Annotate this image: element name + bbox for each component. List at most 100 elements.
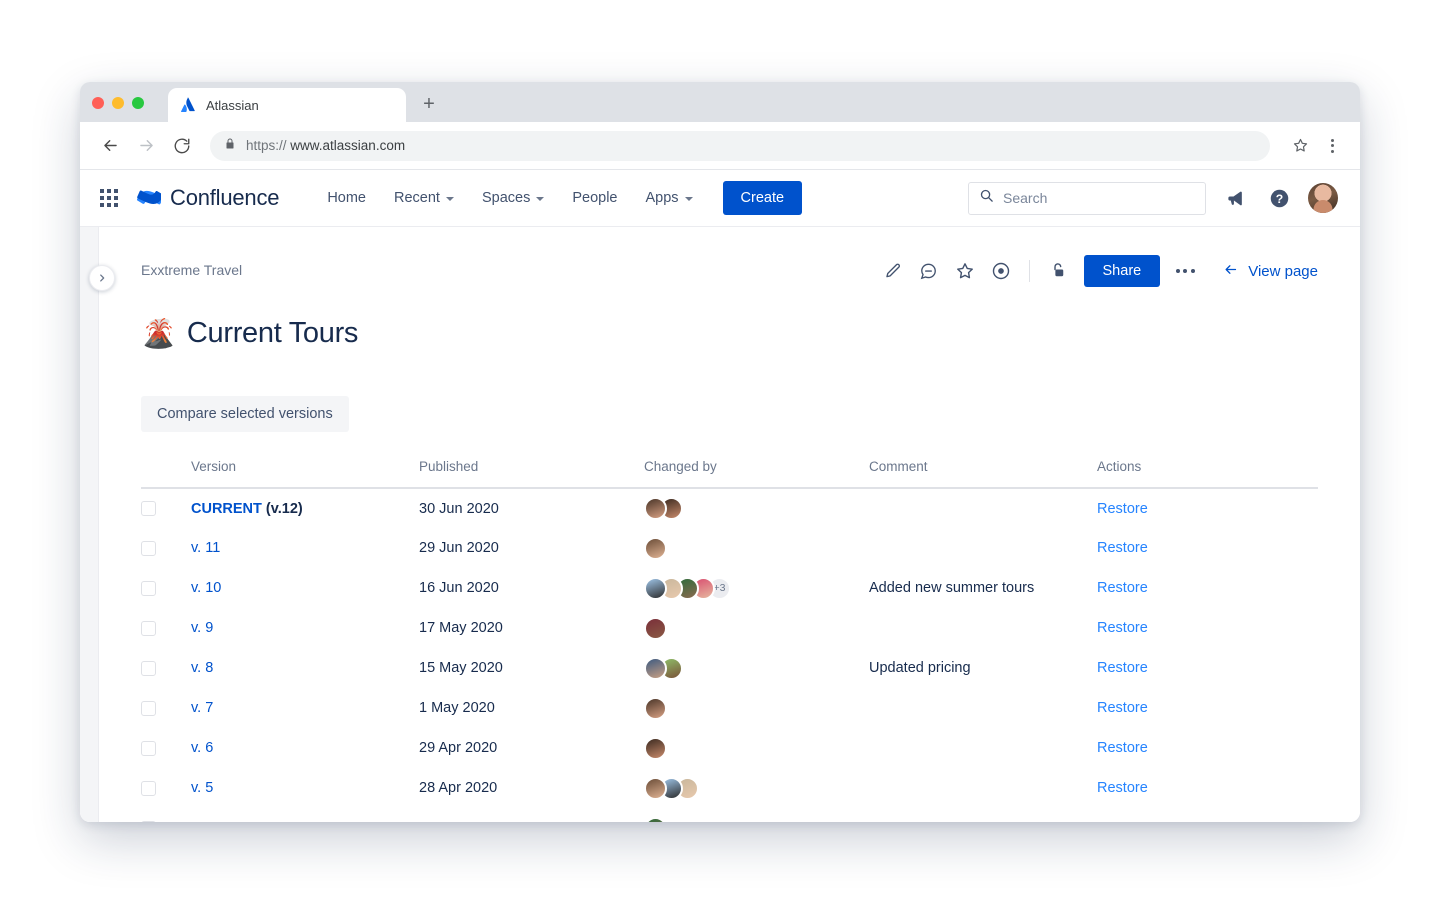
confluence-brand[interactable]: Confluence xyxy=(136,183,279,213)
avatar[interactable] xyxy=(644,537,667,560)
kebab-menu-icon[interactable] xyxy=(1318,132,1346,160)
restore-link[interactable]: Restore xyxy=(1097,660,1148,676)
restore-link[interactable]: Restore xyxy=(1097,501,1148,517)
column-header-checkbox xyxy=(141,459,191,488)
star-icon[interactable] xyxy=(1284,130,1316,162)
comment-icon[interactable] xyxy=(914,256,944,286)
nav-item-home[interactable]: Home xyxy=(313,182,380,214)
row-checkbox-cell xyxy=(141,688,191,728)
column-header-changed-by: Changed by xyxy=(644,459,869,488)
version-select-checkbox[interactable] xyxy=(141,581,156,596)
page-action-bar: Share View page xyxy=(878,255,1318,287)
restore-link[interactable]: Restore xyxy=(1097,780,1148,796)
version-link[interactable]: v. 7 xyxy=(191,700,213,716)
window-traffic-lights xyxy=(92,97,144,109)
confluence-nav-links: Home Recent Spaces People Apps Create xyxy=(313,181,802,215)
view-page-link[interactable]: View page xyxy=(1222,262,1318,281)
avatar[interactable] xyxy=(644,697,667,720)
avatar-group xyxy=(644,497,869,520)
confluence-brand-name: Confluence xyxy=(170,185,279,211)
version-cell: v. 9 xyxy=(191,608,419,648)
column-header-version: Version xyxy=(191,459,419,488)
user-avatar[interactable] xyxy=(1308,183,1338,213)
avatar-group xyxy=(644,657,869,680)
page-title: Current Tours xyxy=(187,317,358,350)
restore-link[interactable]: Restore xyxy=(1097,740,1148,756)
version-link[interactable]: CURRENT xyxy=(191,501,262,517)
published-cell: 28 Apr 2020 xyxy=(419,808,644,822)
version-select-checkbox[interactable] xyxy=(141,541,156,556)
version-link[interactable]: v. 10 xyxy=(191,580,221,596)
version-link[interactable]: v. 5 xyxy=(191,780,213,796)
version-cell: v. 6 xyxy=(191,728,419,768)
expand-sidebar-button[interactable] xyxy=(89,265,115,291)
app-switcher-icon[interactable] xyxy=(100,189,118,207)
new-tab-button[interactable]: + xyxy=(414,89,444,119)
eye-icon[interactable] xyxy=(986,256,1016,286)
minimize-window-button[interactable] xyxy=(112,97,124,109)
avatar[interactable] xyxy=(644,497,667,520)
version-select-checkbox[interactable] xyxy=(141,821,156,823)
version-link[interactable]: v. 4 xyxy=(191,820,213,822)
restore-link[interactable]: Restore xyxy=(1097,580,1148,596)
actions-cell: Restore xyxy=(1097,608,1318,648)
avatar[interactable] xyxy=(644,617,667,640)
avatar[interactable] xyxy=(644,577,667,600)
reload-icon[interactable] xyxy=(166,130,198,162)
help-icon[interactable]: ? xyxy=(1264,183,1294,213)
version-cell: v. 5 xyxy=(191,768,419,808)
nav-item-spaces[interactable]: Spaces xyxy=(468,182,558,214)
version-select-checkbox[interactable] xyxy=(141,741,156,756)
restore-link[interactable]: Restore xyxy=(1097,820,1148,822)
breadcrumb[interactable]: Exxtreme Travel xyxy=(141,255,242,278)
share-button[interactable]: Share xyxy=(1084,255,1161,287)
version-select-checkbox[interactable] xyxy=(141,621,156,636)
browser-tab[interactable]: Atlassian xyxy=(168,88,406,122)
nav-item-recent[interactable]: Recent xyxy=(380,182,468,214)
version-link[interactable]: v. 9 xyxy=(191,620,213,636)
restore-link[interactable]: Restore xyxy=(1097,700,1148,716)
version-link[interactable]: v. 11 xyxy=(191,540,220,556)
changed-by-cell xyxy=(644,768,869,808)
unlock-icon[interactable] xyxy=(1043,256,1073,286)
table-row: v. 629 Apr 2020Restore xyxy=(141,728,1318,768)
version-select-checkbox[interactable] xyxy=(141,701,156,716)
close-window-button[interactable] xyxy=(92,97,104,109)
version-select-checkbox[interactable] xyxy=(141,501,156,516)
omnibox-actions xyxy=(1284,130,1346,162)
megaphone-icon[interactable] xyxy=(1220,183,1250,213)
address-bar[interactable]: https:// www.atlassian.com xyxy=(210,131,1270,161)
version-link[interactable]: v. 8 xyxy=(191,660,213,676)
restore-link[interactable]: Restore xyxy=(1097,540,1148,556)
search-input[interactable]: Search xyxy=(968,182,1206,215)
version-link[interactable]: v. 6 xyxy=(191,740,213,756)
row-checkbox-cell xyxy=(141,488,191,528)
forward-arrow-icon[interactable] xyxy=(130,130,162,162)
page-header: Exxtreme Travel xyxy=(141,227,1318,287)
nav-item-label: Recent xyxy=(394,190,440,206)
browser-toolbar: https:// www.atlassian.com xyxy=(80,122,1360,170)
published-cell: 15 May 2020 xyxy=(419,648,644,688)
pencil-icon[interactable] xyxy=(878,256,908,286)
version-select-checkbox[interactable] xyxy=(141,661,156,676)
nav-item-label: Spaces xyxy=(482,190,530,206)
table-row: v. 917 May 2020Restore xyxy=(141,608,1318,648)
version-cell: v. 7 xyxy=(191,688,419,728)
avatar[interactable] xyxy=(644,777,667,800)
star-icon[interactable] xyxy=(950,256,980,286)
compare-selected-versions-button[interactable]: Compare selected versions xyxy=(141,396,349,432)
create-button[interactable]: Create xyxy=(723,181,803,215)
maximize-window-button[interactable] xyxy=(132,97,144,109)
version-select-checkbox[interactable] xyxy=(141,781,156,796)
restore-link[interactable]: Restore xyxy=(1097,620,1148,636)
actions-cell: Restore xyxy=(1097,688,1318,728)
avatar[interactable] xyxy=(644,737,667,760)
ellipsis-icon[interactable] xyxy=(1168,256,1202,286)
avatar[interactable] xyxy=(644,817,667,823)
nav-item-label: Apps xyxy=(645,190,678,206)
nav-item-people[interactable]: People xyxy=(558,182,631,214)
avatar[interactable] xyxy=(644,657,667,680)
back-arrow-icon[interactable] xyxy=(94,130,126,162)
nav-item-apps[interactable]: Apps xyxy=(631,182,706,214)
url-host: www.atlassian.com xyxy=(290,138,405,153)
